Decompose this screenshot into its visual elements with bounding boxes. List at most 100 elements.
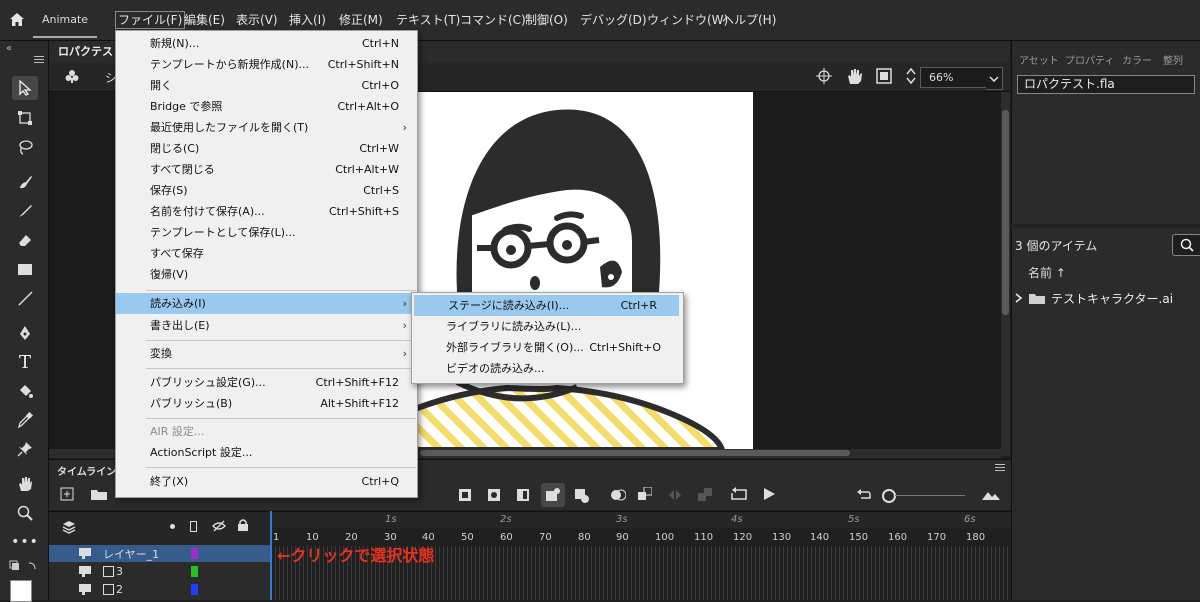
tab-properties[interactable]: プロパティ: [1065, 52, 1114, 67]
menu-edit[interactable]: 編集(E): [184, 12, 225, 28]
zoom-stepper-icon[interactable]: [905, 66, 917, 86]
menu-item-save-as[interactable]: 名前を付けて保存(A)... Ctrl+Shift+S: [116, 201, 417, 222]
menu-control[interactable]: 制御(O): [525, 12, 568, 28]
layer-row-1[interactable]: レイヤー_1: [49, 545, 271, 562]
layer-name[interactable]: 3: [116, 565, 123, 578]
lock-icon[interactable]: [238, 519, 248, 531]
vertical-scroll-thumb[interactable]: [1002, 110, 1009, 315]
brush-tool-icon[interactable]: [12, 199, 38, 223]
library-file-select[interactable]: ロパクテスト.fla: [1017, 75, 1195, 94]
more-tools-icon[interactable]: •••: [11, 530, 38, 554]
panel-divider[interactable]: [1011, 224, 1200, 228]
menu-item-open[interactable]: 開く Ctrl+O: [116, 75, 417, 96]
tab-assets[interactable]: アセット: [1019, 52, 1059, 67]
pen-tool-icon[interactable]: [12, 321, 38, 345]
outline-all-icon[interactable]: [190, 521, 197, 532]
layer-row-2[interactable]: 3: [49, 563, 271, 580]
insert-keyframe-icon[interactable]: [488, 489, 500, 501]
library-item[interactable]: テストキャラクター.ai: [1015, 289, 1200, 307]
menu-item-actionscript-settings[interactable]: ActionScript 設定...: [116, 442, 417, 463]
menu-help[interactable]: ヘルプ(H): [722, 12, 776, 28]
scene-icon[interactable]: [64, 68, 80, 84]
menu-item-import-video[interactable]: ビデオの読み込み...: [412, 358, 683, 379]
panel-menu-icon[interactable]: [34, 56, 44, 64]
zoom-tool-icon[interactable]: [12, 501, 38, 525]
pin-tool-icon[interactable]: [12, 437, 38, 461]
selection-tool-icon[interactable]: [12, 76, 38, 100]
menu-item-import[interactable]: 読み込み(I) ›: [116, 293, 417, 314]
menu-item-revert[interactable]: 復帰(V): [116, 264, 417, 285]
zoom-slider-handle[interactable]: [882, 489, 896, 503]
checkbox-icon[interactable]: [103, 584, 114, 595]
menu-item-save-as-template[interactable]: テンプレートとして保存(L)...: [116, 222, 417, 243]
onion-skin-icon[interactable]: [459, 489, 471, 501]
clip-content-icon[interactable]: [876, 68, 892, 84]
classic-tween-icon[interactable]: [638, 487, 652, 501]
text-tool-icon[interactable]: T: [12, 350, 38, 374]
eye-hidden-icon[interactable]: [212, 520, 226, 532]
menu-item-convert[interactable]: 変換 ›: [116, 343, 417, 364]
remove-frame-icon[interactable]: [575, 489, 589, 503]
tween-icon[interactable]: [610, 489, 626, 501]
menu-item-open-recent[interactable]: 最近使用したファイルを開く(T) ›: [116, 117, 417, 138]
menu-item-save[interactable]: 保存(S) Ctrl+S: [116, 180, 417, 201]
fluid-brush-tool-icon[interactable]: [12, 170, 38, 194]
paint-bucket-tool-icon[interactable]: [12, 379, 38, 403]
show-hide-all-icon[interactable]: [170, 524, 175, 529]
chevron-down-icon[interactable]: [986, 67, 1003, 90]
eraser-tool-icon[interactable]: [12, 228, 38, 252]
playhead[interactable]: [270, 511, 272, 600]
loop-icon[interactable]: [730, 487, 748, 501]
center-stage-icon[interactable]: [816, 68, 832, 84]
layer-color-swatch[interactable]: [191, 566, 198, 577]
menu-item-import-to-stage[interactable]: ステージに読み込み(I)... Ctrl+R: [414, 295, 679, 316]
zoom-slider-track[interactable]: [895, 495, 965, 496]
menu-item-publish[interactable]: パブリッシュ(B) Alt+Shift+F12: [116, 393, 417, 414]
menu-item-new[interactable]: 新規(N)... Ctrl+N: [116, 33, 417, 54]
eyedropper-tool-icon[interactable]: [12, 408, 38, 432]
menu-insert[interactable]: 挿入(I): [289, 12, 326, 28]
menu-debug[interactable]: デバッグ(D): [580, 12, 647, 28]
menu-item-open-external-library[interactable]: 外部ライブラリを開く(O)... Ctrl+Shift+O: [412, 337, 683, 358]
menu-item-new-from-template[interactable]: テンプレートから新規作成(N)... Ctrl+Shift+N: [116, 54, 417, 75]
mountains-icon[interactable]: [982, 489, 1000, 501]
search-icon[interactable]: [1172, 234, 1200, 256]
camera-icon[interactable]: [541, 483, 565, 507]
rotate-stage-icon[interactable]: [846, 67, 864, 85]
collapse-icon[interactable]: «: [6, 43, 12, 54]
stage-artwork[interactable]: [417, 92, 753, 450]
menu-commands[interactable]: コマンド(C): [460, 12, 526, 28]
layer-name[interactable]: レイヤー_1: [103, 546, 159, 562]
menu-item-save-all[interactable]: すべて保存: [116, 243, 417, 264]
app-workspace-tab[interactable]: Animate: [33, 8, 97, 38]
layer-row-3[interactable]: 2: [49, 581, 271, 598]
line-tool-icon[interactable]: [12, 286, 38, 310]
free-transform-tool-icon[interactable]: [12, 106, 38, 130]
timeline-tab[interactable]: タイムライン: [57, 463, 116, 478]
menu-view[interactable]: 表示(V): [236, 12, 278, 28]
layer-color-swatch[interactable]: [191, 584, 198, 595]
new-folder-icon[interactable]: [91, 488, 107, 500]
home-icon[interactable]: [9, 12, 25, 27]
menu-modify[interactable]: 修正(M): [339, 12, 383, 28]
checkbox-icon[interactable]: [103, 566, 114, 577]
stroke-fill-swap-icon[interactable]: [9, 560, 39, 572]
menu-file[interactable]: ファイル(F): [115, 11, 186, 29]
menu-item-export[interactable]: 書き出し(E) ›: [116, 315, 417, 336]
layer-color-swatch[interactable]: [191, 548, 198, 559]
zoom-field[interactable]: 66%: [920, 67, 996, 88]
chevron-right-icon[interactable]: [1015, 293, 1023, 303]
panel-menu-icon[interactable]: [995, 464, 1005, 472]
insert-blank-keyframe-icon[interactable]: [517, 489, 529, 501]
tab-color[interactable]: カラー: [1122, 52, 1152, 67]
menu-window[interactable]: ウィンドウ(W): [647, 12, 728, 28]
layer-name[interactable]: 2: [116, 583, 123, 596]
menu-item-browse-bridge[interactable]: Bridge で参照 Ctrl+Alt+O: [116, 96, 417, 117]
horizontal-scroll-thumb[interactable]: [420, 450, 850, 456]
library-name-column-header[interactable]: 名前 ↑: [1028, 264, 1066, 281]
menu-item-publish-settings[interactable]: パブリッシュ設定(G)... Ctrl+Shift+F12: [116, 372, 417, 393]
lasso-tool-icon[interactable]: [12, 135, 38, 159]
menu-text[interactable]: テキスト(T): [396, 12, 460, 28]
fill-color-swatch[interactable]: [10, 580, 32, 602]
rectangle-tool-icon[interactable]: [12, 257, 38, 281]
